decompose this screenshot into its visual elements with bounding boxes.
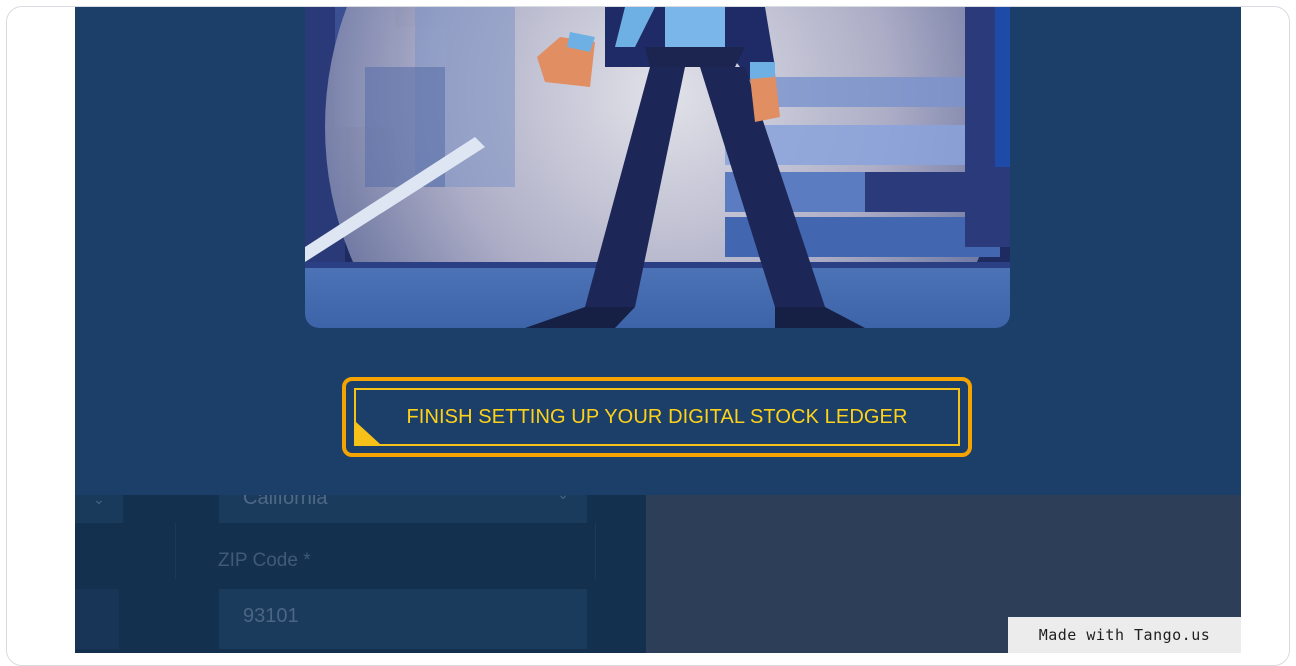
finish-setup-label: FINISH SETTING UP YOUR DIGITAL STOCK LED… [406,405,908,428]
tango-watermark[interactable]: Made with Tango.us [1008,617,1241,653]
divider [595,523,596,579]
zip-code-field[interactable]: 93101 [219,589,587,649]
superhero-illustration [305,7,1010,328]
app-viewport: ⌄ California ⌄ ZIP Code * 93101 [75,7,1241,653]
corner-accent [356,422,380,444]
finish-setup-button[interactable]: FINISH SETTING UP YOUR DIGITAL STOCK LED… [354,388,960,446]
divider [175,523,176,579]
city-field[interactable] [75,589,119,649]
screenshot-frame: ⌄ California ⌄ ZIP Code * 93101 [6,6,1290,666]
country-select[interactable]: ⌄ [75,491,123,523]
onboarding-modal: FINISH SETTING UP YOUR DIGITAL STOCK LED… [75,7,1241,495]
state-select[interactable]: California ⌄ [219,487,587,523]
zip-code-value: 93101 [243,605,299,627]
zip-code-label: ZIP Code * [218,550,311,571]
cta-highlight: FINISH SETTING UP YOUR DIGITAL STOCK LED… [342,377,972,457]
